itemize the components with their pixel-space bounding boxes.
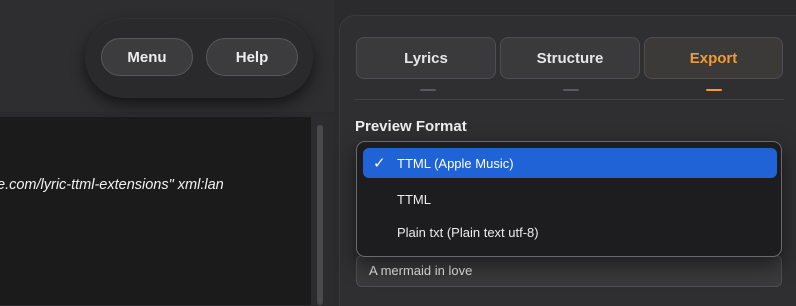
menu-button[interactable]: Menu — [101, 38, 193, 76]
option-label: TTML — [397, 191, 431, 207]
tab-indicator-structure — [563, 89, 579, 91]
vertical-scrollbar[interactable] — [311, 117, 334, 305]
option-plain-txt[interactable]: Plain txt (Plain text utf-8) — [363, 217, 777, 247]
code-line: e.com/lyric-ttml-extensions" xml:lan — [0, 177, 224, 193]
scrollbar-thumb[interactable] — [317, 125, 323, 305]
tab-indicator-lyrics — [420, 89, 436, 91]
title-text-field[interactable]: A mermaid in love — [356, 255, 782, 287]
divider — [354, 99, 784, 100]
option-label: Plain txt (Plain text utf-8) — [397, 224, 539, 240]
tab-export[interactable]: Export — [644, 37, 783, 79]
tab-structure[interactable]: Structure — [500, 37, 640, 79]
preview-format-label: Preview Format — [355, 118, 467, 135]
tab-indicator-export — [706, 89, 722, 91]
option-ttml[interactable]: TTML — [363, 184, 777, 214]
option-ttml-apple-music[interactable]: ✓ TTML (Apple Music) — [363, 148, 777, 178]
checkmark-icon: ✓ — [373, 154, 386, 172]
tab-lyrics[interactable]: Lyrics — [356, 37, 496, 79]
option-label: TTML (Apple Music) — [397, 155, 514, 171]
preview-format-dropdown[interactable]: ✓ TTML (Apple Music) TTML Plain txt (Pla… — [356, 141, 782, 257]
code-preview-panel: e.com/lyric-ttml-extensions" xml:lan — [0, 117, 311, 305]
help-button[interactable]: Help — [206, 38, 298, 76]
